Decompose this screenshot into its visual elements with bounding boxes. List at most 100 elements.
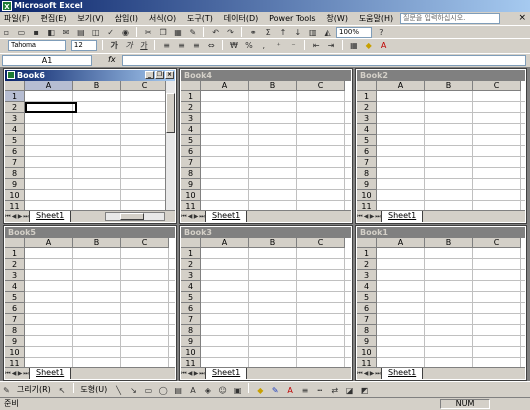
autosum-icon[interactable]: Σ bbox=[263, 27, 274, 38]
decrease-decimal-icon[interactable]: ⁻ bbox=[288, 40, 299, 51]
select-all-corner[interactable] bbox=[357, 238, 377, 248]
menu-window[interactable]: 창(W) bbox=[322, 12, 352, 25]
line-icon[interactable]: ╲ bbox=[113, 385, 124, 396]
bold-icon[interactable]: 가 bbox=[109, 40, 120, 51]
row-header[interactable]: 3 bbox=[5, 113, 25, 124]
row-header[interactable]: 4 bbox=[181, 281, 201, 292]
row-header[interactable]: 4 bbox=[357, 124, 377, 135]
select-all-corner[interactable] bbox=[181, 238, 201, 248]
3d-icon[interactable]: ◩ bbox=[359, 385, 370, 396]
oval-icon[interactable]: ◯ bbox=[158, 385, 169, 396]
row-header[interactable]: 10 bbox=[357, 190, 377, 201]
scroll-thumb[interactable] bbox=[120, 213, 144, 220]
close-icon[interactable]: × bbox=[518, 12, 526, 25]
paste-icon[interactable]: ▦ bbox=[173, 27, 184, 38]
row-header[interactable]: 9 bbox=[5, 179, 25, 190]
column-header[interactable]: B bbox=[425, 81, 473, 91]
align-right-icon[interactable]: ≡ bbox=[191, 40, 202, 51]
draw-menu-icon[interactable]: ✎ bbox=[1, 385, 12, 396]
row-header[interactable]: 5 bbox=[357, 292, 377, 303]
workbook-title-bar[interactable]: Book5 bbox=[5, 227, 175, 238]
row-header[interactable]: 1 bbox=[5, 91, 25, 102]
picture-icon[interactable]: ▣ bbox=[232, 385, 243, 396]
sort-ascending-icon[interactable]: ↑ bbox=[278, 27, 289, 38]
cell-area[interactable] bbox=[377, 91, 525, 212]
menu-format[interactable]: 서식(O) bbox=[145, 12, 180, 25]
row-header[interactable]: 3 bbox=[181, 113, 201, 124]
shadow-icon[interactable]: ◪ bbox=[344, 385, 355, 396]
menu-edit[interactable]: 편집(E) bbox=[36, 12, 70, 25]
cell-area[interactable] bbox=[25, 248, 175, 369]
sheet-tab[interactable]: Sheet1 bbox=[205, 211, 248, 222]
menu-help[interactable]: 도움말(H) bbox=[355, 12, 397, 25]
column-header[interactable]: A bbox=[201, 81, 249, 91]
row-header[interactable]: 9 bbox=[181, 336, 201, 347]
increase-indent-icon[interactable]: ⇥ bbox=[326, 40, 337, 51]
row-header[interactable]: 6 bbox=[181, 303, 201, 314]
undo-icon[interactable]: ↶ bbox=[210, 27, 221, 38]
row-header[interactable]: 9 bbox=[5, 336, 25, 347]
sheet-tab[interactable]: Sheet1 bbox=[381, 368, 424, 379]
fill-color-draw-icon[interactable]: ◆ bbox=[255, 385, 266, 396]
workbook-window-4[interactable]: Book5 A B C 1 2 3 4 5 6 7 8 9 10 11 ⏮◀▶⏭ Sheet1 bbox=[3, 225, 177, 381]
row-header[interactable]: 4 bbox=[5, 281, 25, 292]
row-header[interactable]: 8 bbox=[181, 168, 201, 179]
workbook-title-bar[interactable]: Book2 bbox=[357, 70, 525, 81]
column-header[interactable]: A bbox=[201, 238, 249, 248]
cell-area[interactable] bbox=[201, 91, 351, 212]
row-header[interactable]: 10 bbox=[5, 347, 25, 358]
workbook-title-bar[interactable]: Book4 bbox=[181, 70, 351, 81]
row-header[interactable]: 7 bbox=[357, 314, 377, 325]
sheet-tab[interactable]: Sheet1 bbox=[205, 368, 248, 379]
column-header[interactable]: B bbox=[425, 238, 473, 248]
help-search-input[interactable]: 질문을 입력하십시오. bbox=[400, 13, 500, 24]
new-icon[interactable]: ▫ bbox=[1, 27, 12, 38]
row-header[interactable]: 3 bbox=[357, 270, 377, 281]
select-all-corner[interactable] bbox=[357, 81, 377, 91]
arrow-icon[interactable]: ↘ bbox=[128, 385, 139, 396]
row-header[interactable]: 2 bbox=[357, 259, 377, 270]
textbox-icon[interactable]: ▤ bbox=[173, 385, 184, 396]
permission-icon[interactable]: ◧ bbox=[46, 27, 57, 38]
column-header[interactable]: C bbox=[473, 238, 521, 248]
sort-descending-icon[interactable]: ↓ bbox=[292, 27, 303, 38]
copy-icon[interactable]: ❐ bbox=[158, 27, 169, 38]
row-header[interactable]: 10 bbox=[181, 347, 201, 358]
row-header[interactable]: 1 bbox=[357, 91, 377, 102]
row-header[interactable]: 7 bbox=[5, 314, 25, 325]
row-header[interactable]: 9 bbox=[357, 336, 377, 347]
help-icon[interactable]: ? bbox=[376, 27, 387, 38]
percent-icon[interactable]: % bbox=[243, 40, 254, 51]
menu-file[interactable]: 파일(F) bbox=[0, 12, 34, 25]
scroll-thumb[interactable] bbox=[166, 93, 175, 133]
italic-icon[interactable]: 가 bbox=[124, 40, 135, 51]
active-cell[interactable] bbox=[25, 102, 77, 113]
sheet-tab[interactable]: Sheet1 bbox=[29, 368, 72, 379]
column-header[interactable]: B bbox=[73, 238, 121, 248]
row-header[interactable]: 4 bbox=[5, 124, 25, 135]
font-color-draw-icon[interactable]: A bbox=[285, 385, 296, 396]
workbook-window-6[interactable]: Book1 A B C 1 2 3 4 5 6 7 8 9 10 11 ⏮◀▶⏭ Sheet1 bbox=[355, 225, 527, 381]
row-header[interactable]: 2 bbox=[5, 102, 25, 113]
diagram-icon[interactable]: ◈ bbox=[202, 385, 213, 396]
workbook-window-5[interactable]: Book3 A B C 1 2 3 4 5 6 7 8 9 10 11 ⏮◀▶⏭ Sheet1 bbox=[179, 225, 353, 381]
row-header[interactable]: 7 bbox=[181, 157, 201, 168]
row-header[interactable]: 10 bbox=[5, 190, 25, 201]
underline-icon[interactable]: 가 bbox=[138, 40, 149, 51]
column-header[interactable]: C bbox=[297, 81, 345, 91]
menu-tools[interactable]: 도구(T) bbox=[183, 12, 217, 25]
close-icon[interactable]: × bbox=[165, 71, 174, 79]
row-header[interactable]: 7 bbox=[181, 314, 201, 325]
redo-icon[interactable]: ↷ bbox=[225, 27, 236, 38]
drawing-icon[interactable]: ◭ bbox=[322, 27, 333, 38]
column-header[interactable]: A bbox=[377, 238, 425, 248]
font-select[interactable]: Tahoma bbox=[8, 40, 66, 51]
row-header[interactable]: 9 bbox=[357, 179, 377, 190]
row-header[interactable]: 3 bbox=[5, 270, 25, 281]
row-header[interactable]: 6 bbox=[357, 146, 377, 157]
row-header[interactable]: 7 bbox=[5, 157, 25, 168]
line-color-icon[interactable]: ✎ bbox=[270, 385, 281, 396]
row-header[interactable]: 1 bbox=[5, 248, 25, 259]
open-icon[interactable]: ▭ bbox=[16, 27, 27, 38]
cell-area[interactable] bbox=[201, 248, 351, 369]
